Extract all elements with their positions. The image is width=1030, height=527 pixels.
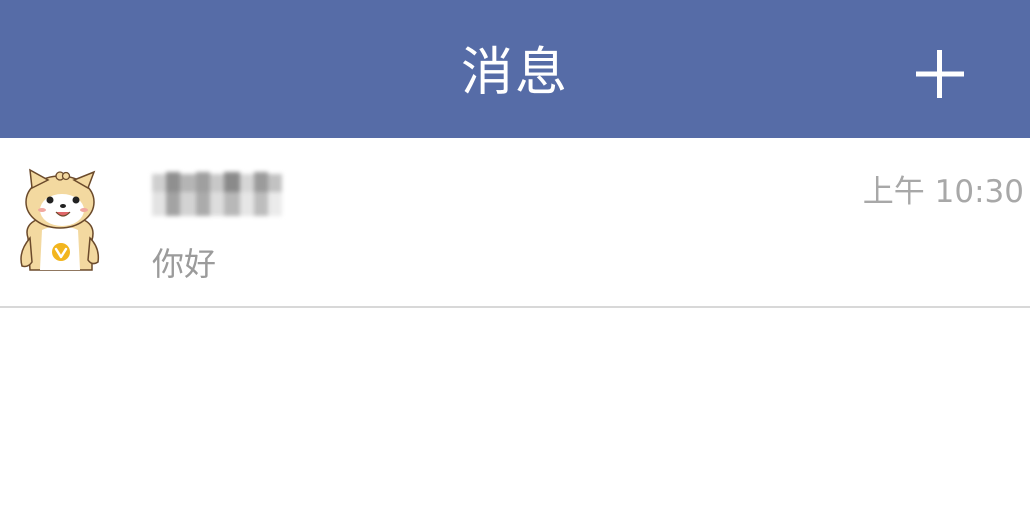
messages-screen: 消息 上午 10:30 你好 bbox=[0, 0, 1030, 527]
contact-name-obscured bbox=[150, 172, 290, 220]
name-mosaic bbox=[150, 172, 290, 220]
plus-icon bbox=[916, 50, 964, 98]
conversation-list: 上午 10:30 你好 bbox=[0, 138, 1030, 308]
avatar[interactable] bbox=[14, 168, 106, 274]
page-title: 消息 bbox=[460, 43, 569, 103]
add-button[interactable] bbox=[910, 44, 970, 104]
message-preview: 你好 bbox=[152, 245, 217, 283]
conversation-item[interactable]: 上午 10:30 你好 bbox=[0, 138, 1030, 308]
top-app-bar: 消息 bbox=[0, 0, 1030, 138]
cartoon-dog-avatar-icon bbox=[20, 168, 100, 271]
message-time: 上午 10:30 bbox=[862, 174, 1024, 210]
